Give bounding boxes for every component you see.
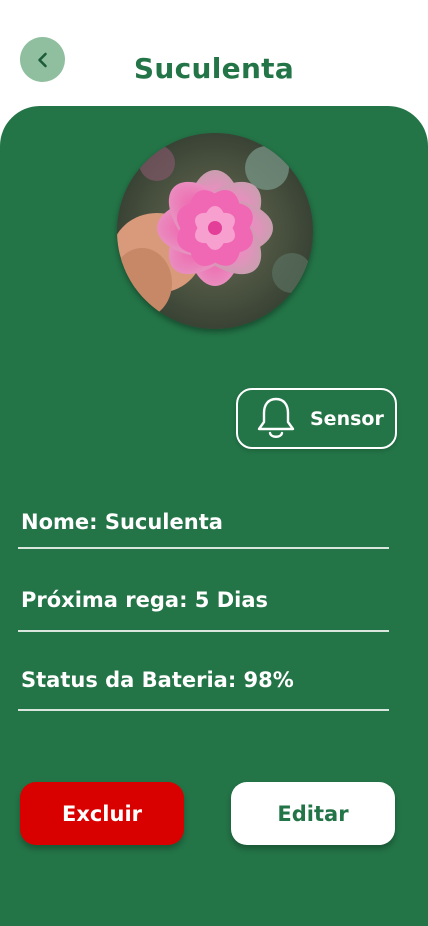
page-title: Suculenta: [133, 52, 295, 85]
divider: [18, 547, 389, 549]
sensor-label: Sensor: [310, 407, 384, 430]
plant-name-text: Nome: Suculenta: [21, 510, 223, 534]
sensor-button[interactable]: Sensor: [236, 388, 397, 449]
info-battery-row: Status da Bateria: 98%: [18, 668, 389, 711]
battery-status-text: Status da Bateria: 98%: [21, 668, 294, 692]
plant-photo: [117, 133, 313, 329]
info-name-row: Nome: Suculenta: [18, 510, 389, 549]
info-watering-row: Próxima rega: 5 Dias: [18, 588, 389, 632]
divider: [18, 630, 389, 632]
edit-button[interactable]: Editar: [231, 782, 395, 845]
divider: [18, 709, 389, 711]
bell-icon: [257, 397, 295, 438]
next-watering-text: Próxima rega: 5 Dias: [21, 588, 269, 612]
plant-detail-screen: Suculenta Sensor Nome: Suculenta Próxima…: [0, 0, 428, 926]
delete-button[interactable]: Excluir: [20, 782, 184, 845]
